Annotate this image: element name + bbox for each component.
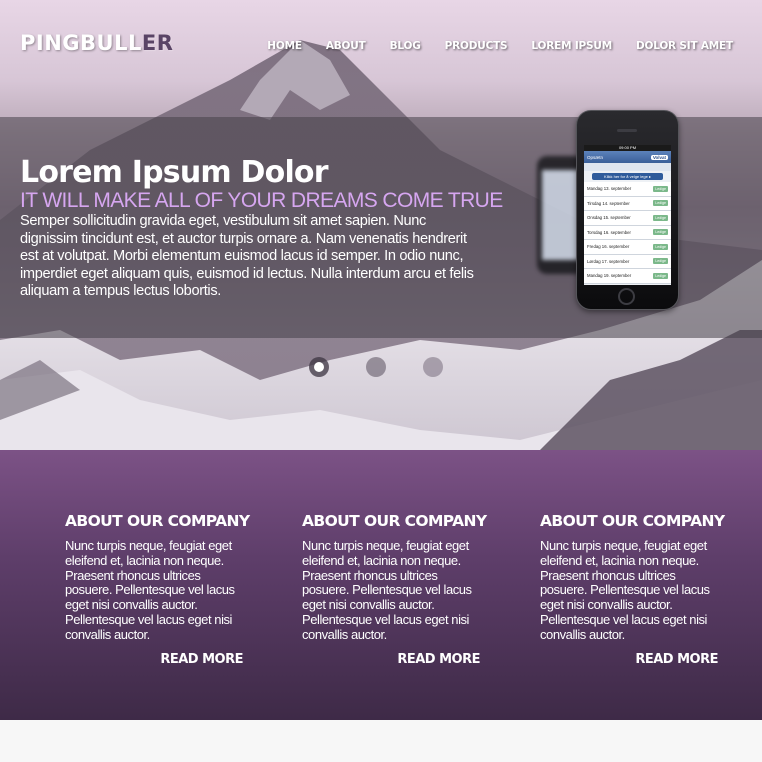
phone-row-badge: Ledige: [653, 243, 668, 250]
phone-row-badge: Ledige: [653, 272, 668, 279]
nav-item-home[interactable]: HOME: [267, 40, 302, 52]
site-logo[interactable]: PINGBULLER: [20, 31, 173, 55]
about-column-title: ABOUT OUR COMPANY: [65, 512, 250, 530]
read-more-link[interactable]: READ MORE: [540, 652, 718, 667]
read-more-link[interactable]: READ MORE: [65, 652, 243, 667]
read-more-link[interactable]: READ MORE: [302, 652, 480, 667]
phone-row-date: Fredag 16. september: [587, 244, 630, 250]
phone-row-date: Lørdag 17. september: [587, 258, 630, 264]
slider-pagination: [309, 357, 444, 377]
phone-brand-label: Volvat: [650, 154, 668, 160]
nav-item-about[interactable]: ABOUT: [326, 40, 366, 52]
nav-item-products[interactable]: PRODUCTS: [445, 40, 508, 52]
phone-row-badge: Ledige: [653, 229, 668, 236]
phone-screen: 09:00 PM Opsætn Volvat Klikk her for å v…: [584, 145, 671, 285]
phone-row-date: Torsdag 16. september: [587, 229, 631, 235]
logo-main-text: PINGBULL: [20, 31, 142, 55]
footer-strip: [0, 720, 762, 762]
about-column-2: ABOUT OUR COMPANY Nunc turpis neque, feu…: [302, 512, 492, 667]
phone-home-button: [618, 288, 635, 305]
phone-list-row: Mandag 13. september Ledige: [584, 182, 671, 197]
phone-left-button: Opsætn: [587, 154, 604, 160]
phone-row-badge: Ledige: [653, 200, 668, 207]
page: PINGBULLER HOME ABOUT BLOG PRODUCTS LORE…: [0, 0, 762, 762]
phone-row-date: Tirsdag 14. september: [587, 200, 630, 206]
about-column-text: Nunc turpis neque, feugiat eget eleifend…: [65, 538, 235, 642]
phone-list-row: Torsdag 16. september Ledige: [584, 225, 671, 240]
slider-dot-3[interactable]: [423, 357, 443, 377]
about-column-text: Nunc turpis neque, feugiat eget eleifend…: [302, 538, 472, 642]
slider-dot-2[interactable]: [366, 357, 386, 377]
about-column-title: ABOUT OUR COMPANY: [302, 512, 487, 530]
phone-speaker: [617, 129, 637, 132]
phone-image: 09:00 PM Opsætn Volvat Klikk her for å v…: [576, 110, 679, 310]
hero-subtitle: IT WILL MAKE ALL OF YOUR DREAMS COME TRU…: [20, 189, 503, 212]
phone-app-header: Opsætn Volvat: [584, 151, 671, 163]
phone-tabs: [584, 163, 671, 171]
logo-accent-text: ER: [141, 31, 174, 55]
slider-dot-1[interactable]: [309, 357, 329, 377]
phone-row-date: Mandag 19. september: [587, 273, 632, 279]
about-column-text: Nunc turpis neque, feugiat eget eleifend…: [540, 538, 710, 642]
phone-row-date: Mandag 13. september: [587, 186, 632, 192]
nav-item-lorem-ipsum[interactable]: LOREM IPSUM: [531, 40, 612, 52]
phone-list-row: Onsdag 15. september Ledige: [584, 211, 671, 226]
phone-list-row: Mandag 19. september Ledige: [584, 269, 671, 284]
main-nav: HOME ABOUT BLOG PRODUCTS LOREM IPSUM DOL…: [243, 40, 733, 52]
phone-row-badge: Ledige: [653, 258, 668, 265]
nav-item-blog[interactable]: BLOG: [390, 40, 421, 52]
about-column-3: ABOUT OUR COMPANY Nunc turpis neque, feu…: [540, 512, 730, 667]
hero-section: PINGBULLER HOME ABOUT BLOG PRODUCTS LORE…: [0, 0, 762, 450]
hero-body-text: Semper sollicitudin gravida eget, vestib…: [20, 213, 474, 300]
phone-list-row: Fredag 16. september Ledige: [584, 240, 671, 255]
hero-title: Lorem Ipsum Dolor: [20, 155, 329, 190]
about-column-title: ABOUT OUR COMPANY: [540, 512, 725, 530]
phone-row-badge: Ledige: [653, 185, 668, 192]
phone-list-row: Lørdag 17. september Ledige: [584, 254, 671, 269]
about-section: ABOUT OUR COMPANY Nunc turpis neque, feu…: [0, 450, 762, 720]
phone-row-date: Onsdag 15. september: [587, 215, 631, 221]
about-column-1: ABOUT OUR COMPANY Nunc turpis neque, feu…: [65, 512, 255, 667]
phone-list-row: Tirsdag 14. september Ledige: [584, 196, 671, 211]
nav-item-dolor-sit-amet[interactable]: DOLOR SIT AMET: [636, 40, 733, 52]
phone-cta-button: Klikk her for å velge lege ▸: [592, 173, 663, 180]
phone-row-badge: Ledige: [653, 214, 668, 221]
